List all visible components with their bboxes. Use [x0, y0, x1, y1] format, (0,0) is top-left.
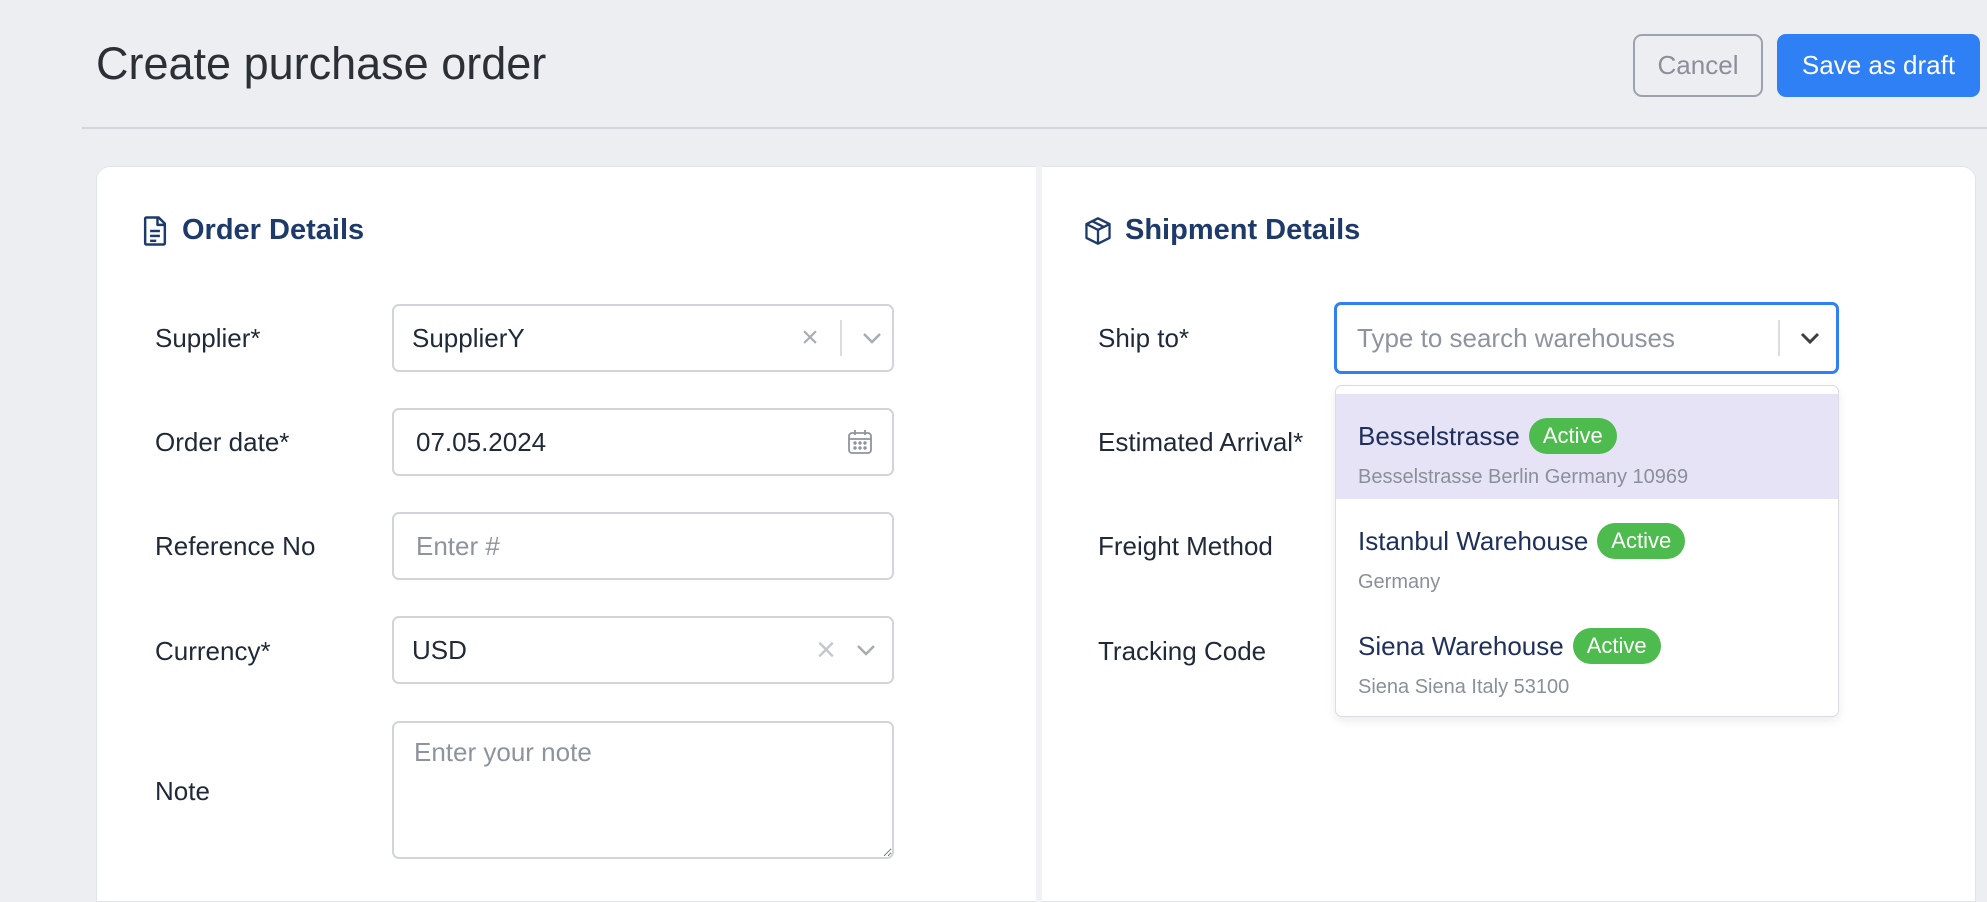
supplier-select[interactable]: SupplierY × [392, 304, 894, 372]
ship-to-select[interactable] [1334, 302, 1839, 374]
order-details-heading: Order Details [140, 214, 364, 247]
save-as-draft-button[interactable]: Save as draft [1777, 34, 1980, 97]
clear-currency-icon[interactable]: × [806, 631, 846, 670]
warehouse-address: Siena Siena Italy 53100 [1358, 676, 1570, 698]
warehouse-address: Germany [1358, 571, 1441, 593]
chevron-down-icon[interactable] [1798, 330, 1822, 346]
warehouse-address: Besselstrasse Berlin Germany 10969 [1358, 466, 1689, 488]
document-icon [143, 215, 167, 246]
reference-no-label: Reference No [155, 531, 316, 561]
cancel-button[interactable]: Cancel [1633, 34, 1763, 97]
tracking-code-label: Tracking Code [1098, 636, 1267, 666]
order-date-input[interactable]: 07.05.2024 [392, 408, 894, 476]
order-date-label: Order date* [155, 427, 290, 457]
clear-supplier-icon[interactable]: × [790, 321, 830, 355]
ship-to-label: Ship to* [1098, 323, 1190, 353]
warehouse-name: Besselstrasse [1358, 420, 1520, 451]
currency-select[interactable]: USD × [392, 616, 894, 684]
calendar-icon[interactable] [846, 428, 874, 456]
chevron-down-icon[interactable] [846, 643, 886, 657]
select-separator [1778, 320, 1780, 356]
status-badge: Active [1528, 418, 1617, 454]
note-label: Note [155, 776, 210, 806]
reference-no-placeholder: Enter # [416, 530, 500, 561]
warehouse-option[interactable]: Besselstrasse Active Besselstrasse Berli… [1336, 394, 1838, 499]
shipment-details-title: Shipment Details [1125, 214, 1361, 246]
page-title: Create purchase order [96, 38, 547, 89]
box-icon [1085, 216, 1111, 245]
shipment-details-heading: Shipment Details [1083, 214, 1360, 247]
supplier-label: Supplier* [155, 323, 261, 353]
ship-to-search-input[interactable] [1357, 322, 1757, 354]
select-separator [840, 320, 842, 356]
warehouse-option[interactable]: Siena Warehouse Active Siena Siena Italy… [1336, 604, 1838, 709]
column-divider [1036, 166, 1042, 902]
note-textarea[interactable] [392, 721, 894, 859]
currency-value: USD [412, 634, 467, 665]
warehouse-option[interactable]: Istanbul Warehouse Active Germany [1336, 499, 1838, 604]
supplier-value: SupplierY [412, 322, 525, 353]
reference-no-input[interactable]: Enter # [392, 512, 894, 580]
warehouse-dropdown: Besselstrasse Active Besselstrasse Berli… [1335, 385, 1839, 717]
chevron-down-icon[interactable] [852, 331, 892, 345]
warehouse-name: Siena Warehouse [1358, 630, 1564, 661]
header-divider [82, 127, 1987, 129]
warehouse-name: Istanbul Warehouse [1358, 525, 1589, 556]
order-date-value: 07.05.2024 [416, 426, 547, 457]
currency-label: Currency* [155, 636, 271, 666]
status-badge: Active [1597, 523, 1686, 559]
order-details-title: Order Details [182, 214, 365, 246]
estimated-arrival-label: Estimated Arrival* [1098, 427, 1304, 457]
status-badge: Active [1572, 628, 1661, 664]
freight-method-label: Freight Method [1098, 531, 1273, 561]
